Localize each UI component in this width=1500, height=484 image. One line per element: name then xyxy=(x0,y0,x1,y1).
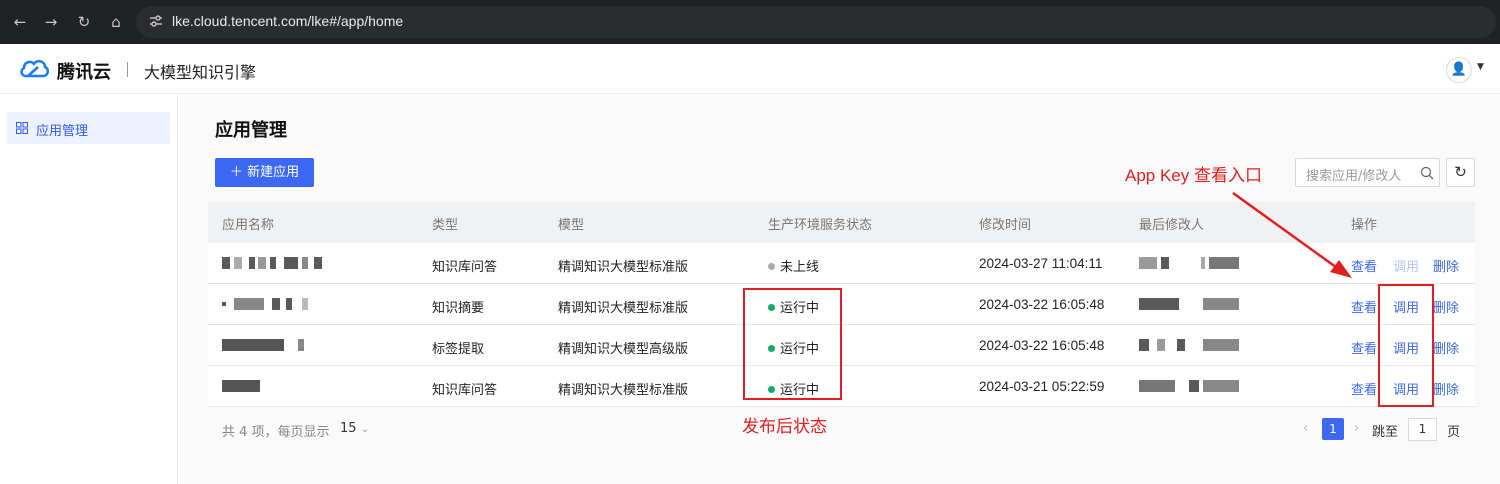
sidebar-item-app-management[interactable]: 应用管理 xyxy=(7,112,170,144)
status-badge: 未上线 xyxy=(768,256,819,275)
new-app-label: 新建应用 xyxy=(247,165,300,180)
tencent-cloud-logo-icon[interactable] xyxy=(18,56,50,80)
col-header-model: 模型 xyxy=(558,218,585,233)
status-text: 未上线 xyxy=(780,260,820,275)
modified-time: 2024-03-22 16:05:48 xyxy=(979,297,1105,312)
delete-link[interactable]: 删除 xyxy=(1433,338,1459,357)
refresh-icon[interactable]: ↻ xyxy=(1446,158,1475,187)
app-header: 腾讯云 大模型知识引擎 👤 ▼ xyxy=(0,44,1500,94)
brand-name[interactable]: 腾讯云 xyxy=(57,58,111,84)
sidebar-item-label: 应用管理 xyxy=(36,124,89,139)
page-title: 应用管理 xyxy=(215,120,287,141)
app-type: 标签提取 xyxy=(432,342,485,357)
col-header-type: 类型 xyxy=(432,218,459,233)
table-row xyxy=(208,243,1475,284)
search-placeholder: 搜索应用/修改人 xyxy=(1306,169,1402,184)
app-model: 精调知识大模型标准版 xyxy=(558,301,689,316)
view-link[interactable]: 查看 xyxy=(1351,256,1377,275)
modified-time: 2024-03-22 16:05:48 xyxy=(979,338,1105,353)
delete-link[interactable]: 删除 xyxy=(1433,297,1459,316)
delete-link[interactable]: 删除 xyxy=(1433,256,1459,275)
view-link[interactable]: 查看 xyxy=(1351,338,1377,357)
redacted-modifier xyxy=(1139,257,1239,269)
new-app-button[interactable]: ＋ 新建应用 xyxy=(215,158,314,187)
status-dot-icon xyxy=(768,263,775,270)
redacted-modifier xyxy=(1139,339,1239,351)
redacted-modifier xyxy=(1139,380,1239,392)
call-link[interactable]: 调用 xyxy=(1393,256,1419,275)
call-highlight-box xyxy=(1378,284,1434,407)
browser-toolbar: ← → ↻ ⌂ lke.cloud.tencent.com/lke#/app/h… xyxy=(0,0,1500,44)
sidebar: 应用管理 xyxy=(0,95,178,484)
plus-icon: ＋ xyxy=(229,165,248,180)
grid-icon xyxy=(16,122,28,134)
header-divider xyxy=(127,62,128,77)
col-header-status: 生产环境服务状态 xyxy=(768,218,873,233)
product-name: 大模型知识引擎 xyxy=(144,63,257,82)
status-highlight-box xyxy=(743,288,842,400)
jump-label: 跳至 xyxy=(1372,425,1399,440)
next-page-icon[interactable]: › xyxy=(1354,421,1359,436)
app-model: 精调知识大模型高级版 xyxy=(558,342,689,357)
home-icon[interactable]: ⌂ xyxy=(106,12,126,32)
user-icon[interactable]: 👤 xyxy=(1446,57,1472,83)
total-count: 共 4 项，每页显示 xyxy=(222,425,330,440)
redacted-app-name xyxy=(222,380,262,392)
page-size-value: 15 xyxy=(340,421,357,436)
forward-arrow-icon[interactable]: → xyxy=(41,12,61,32)
redacted-app-name xyxy=(222,298,312,310)
col-header-actions: 操作 xyxy=(1351,218,1378,233)
app-key-annotation: App Key 查看入口 xyxy=(1125,166,1262,185)
search-icon[interactable] xyxy=(1420,166,1434,180)
caret-down-icon[interactable]: ▼ xyxy=(1477,62,1484,72)
chevron-down-icon: ⌄ xyxy=(360,424,370,435)
back-arrow-icon[interactable]: ← xyxy=(10,12,30,32)
modified-time: 2024-03-21 05:22:59 xyxy=(979,379,1105,394)
redacted-app-name xyxy=(222,257,322,269)
status-annotation: 发布后状态 xyxy=(742,417,827,436)
jump-page-input[interactable]: 1 xyxy=(1408,418,1437,441)
col-header-modified-time: 修改时间 xyxy=(979,218,1032,233)
page-suffix: 页 xyxy=(1447,425,1461,440)
redacted-app-name xyxy=(222,339,306,351)
view-link[interactable]: 查看 xyxy=(1351,379,1377,398)
app-model: 精调知识大模型标准版 xyxy=(558,383,689,398)
reload-icon[interactable]: ↻ xyxy=(74,12,94,32)
site-settings-icon[interactable] xyxy=(148,13,164,29)
modified-time: 2024-03-27 11:04:11 xyxy=(979,256,1103,271)
redacted-modifier xyxy=(1139,298,1239,310)
url-text[interactable]: lke.cloud.tencent.com/lke#/app/home xyxy=(172,13,403,29)
search-input[interactable]: 搜索应用/修改人 xyxy=(1295,158,1440,187)
delete-link[interactable]: 删除 xyxy=(1433,379,1459,398)
page-1-button[interactable]: 1 xyxy=(1322,418,1344,440)
page-size-select[interactable]: 15 ⌄ xyxy=(340,421,369,436)
view-link[interactable]: 查看 xyxy=(1351,297,1377,316)
col-header-modifier: 最后修改人 xyxy=(1139,218,1205,233)
app-model: 精调知识大模型标准版 xyxy=(558,260,689,275)
col-header-name: 应用名称 xyxy=(222,218,275,233)
prev-page-icon[interactable]: ‹ xyxy=(1303,421,1308,436)
app-type: 知识库问答 xyxy=(432,260,498,275)
app-type: 知识库问答 xyxy=(432,383,498,398)
app-type: 知识摘要 xyxy=(432,301,485,316)
